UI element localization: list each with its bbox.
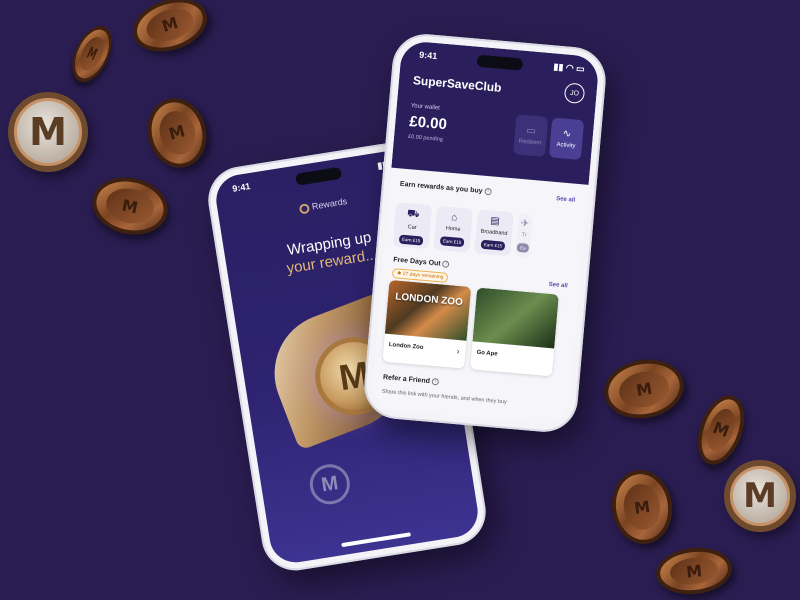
earn-badge: Earn £15 — [480, 239, 506, 251]
london-zoo-logo: LONDON ZOO — [394, 291, 464, 309]
avatar[interactable]: JO — [563, 82, 586, 105]
coin-letter: M — [103, 184, 157, 228]
wallet-amount: £0.00 — [408, 113, 448, 134]
category-card-home[interactable]: ⌂ Home Earn £15 — [433, 205, 474, 253]
earn-see-all-link[interactable]: See all — [556, 196, 575, 204]
place-card-london-zoo[interactable]: LONDON ZOO London Zoo › — [382, 279, 472, 369]
activity-button[interactable]: ∿ Activity — [548, 117, 585, 161]
refer-title-text: Refer a Friend — [382, 374, 431, 386]
place-card-go-ape[interactable]: Go Ape — [470, 287, 559, 377]
coin-icon: M — [139, 91, 215, 175]
chevron-right-icon[interactable]: › — [456, 346, 460, 356]
coin-icon: M — [599, 353, 689, 425]
earn-badge: Earn £15 — [439, 236, 465, 248]
free-days-carousel: LONDON ZOO London Zoo › Go Ape — [382, 279, 559, 377]
redeem-icon: ▭ — [525, 125, 537, 138]
earn-section-title: Earn rewards as you buy i — [399, 180, 492, 196]
coin-letter: M — [616, 367, 672, 411]
coin-letter: M — [75, 33, 109, 75]
phone-home: 9:41 ▮▮ ◠ ▭ SuperSaveClub JO Your wallet… — [361, 31, 609, 435]
info-icon[interactable]: i — [442, 260, 450, 269]
activity-icon: ∿ — [562, 128, 572, 141]
london-zoo-image: LONDON ZOO — [384, 279, 472, 341]
coin-letter: M — [29, 110, 67, 154]
place-name: London Zoo — [388, 342, 424, 352]
info-icon[interactable]: i — [431, 377, 440, 386]
coin-icon: M — [607, 466, 677, 548]
travel-icon: ✈ — [520, 218, 530, 230]
coin-letter: M — [620, 481, 664, 533]
category-card-travel[interactable]: ✈ Tr Ea — [515, 212, 533, 258]
category-label: Car — [407, 224, 417, 232]
free-days-title: Free Days Out i — [392, 256, 450, 269]
redeem-button[interactable]: ▭ Redeem — [512, 114, 549, 157]
car-icon: ⛟ — [406, 208, 421, 221]
coin-letter: M — [319, 471, 340, 496]
earn-badge: Earn £15 — [398, 234, 424, 246]
coin-icon: M — [724, 460, 796, 532]
app-title: SuperSaveClub — [412, 73, 503, 95]
coin-letter: M — [743, 476, 777, 516]
category-card-broadband[interactable]: ▤ Broadband Earn £15 — [474, 209, 514, 257]
earn-categories: ⛟ Car Earn £15 ⌂ Home Earn £15 ▤ Broadba… — [392, 202, 533, 258]
wallet-pending: £0.00 pending — [407, 133, 444, 143]
home-icon: ⌂ — [450, 212, 458, 224]
coin-icon: M — [87, 170, 173, 242]
star-icon: ✱ — [396, 270, 402, 277]
coin-icon: M — [688, 388, 754, 472]
home-screen: 9:41 ▮▮ ◠ ▭ SuperSaveClub JO Your wallet… — [370, 40, 600, 426]
category-label: Home — [445, 225, 461, 233]
place-name: Go Ape — [476, 349, 498, 358]
coin-letter: M — [142, 3, 198, 47]
refer-description: Share this link with your friends, and w… — [381, 388, 507, 406]
earn-title-text: Earn rewards as you buy — [399, 180, 483, 195]
category-label: Broadband — [480, 228, 508, 237]
coin-icon: M — [8, 92, 88, 172]
ghost-coin-icon: M — [306, 461, 353, 508]
wallet-header: 9:41 ▮▮ ◠ ▭ SuperSaveClub JO Your wallet… — [391, 40, 600, 185]
status-time: 9:41 — [418, 49, 438, 62]
info-icon[interactable]: i — [484, 187, 492, 196]
coin-icon: M — [126, 0, 214, 61]
coin-letter: M — [668, 555, 720, 587]
coin-letter: M — [702, 404, 740, 456]
go-ape-image — [472, 287, 559, 349]
redeem-label: Redeem — [518, 138, 542, 147]
coin-icon: M — [653, 544, 735, 598]
days-remaining-text: 27 days remaining — [402, 270, 444, 281]
wallet-label: Your wallet — [410, 103, 441, 112]
refer-title: Refer a Friend i — [383, 374, 440, 386]
router-icon: ▤ — [489, 215, 501, 228]
coin-icon: M — [64, 19, 120, 89]
activity-label: Activity — [556, 141, 576, 150]
status-time: 9:41 — [231, 181, 252, 194]
coin-icon — [298, 202, 310, 215]
coin-letter: M — [154, 107, 200, 159]
free-days-see-all-link[interactable]: See all — [548, 282, 567, 290]
category-card-car[interactable]: ⛟ Car Earn £15 — [392, 202, 433, 250]
status-bar: 9:41 ▮▮ ◠ ▭ — [419, 50, 585, 75]
free-days-title-text: Free Days Out — [392, 256, 441, 268]
rewards-label: Rewards — [311, 196, 348, 212]
earn-badge: Ea — [516, 242, 529, 253]
signal-wifi-battery-icon: ▮▮ ◠ ▭ — [553, 61, 586, 75]
category-label: Tr — [521, 232, 527, 239]
home-indicator[interactable] — [341, 532, 411, 548]
